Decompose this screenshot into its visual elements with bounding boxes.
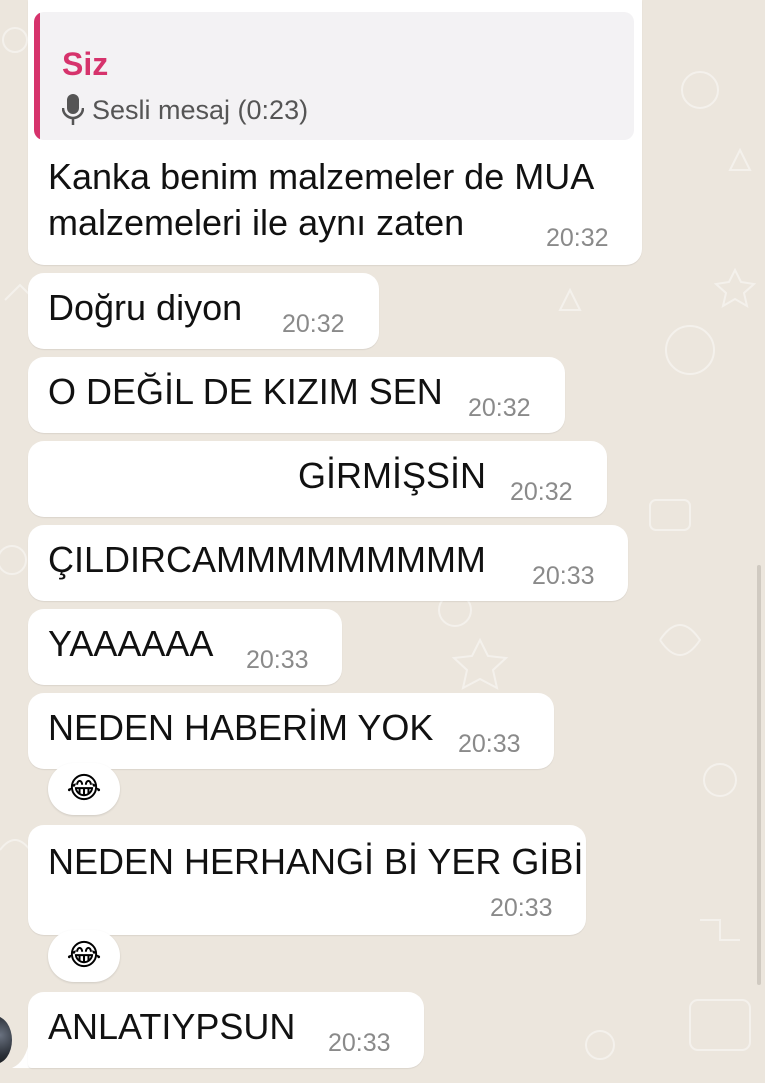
message-time: 20:33 <box>328 1029 391 1057</box>
message-text: malzemeleri ile aynı zaten <box>48 202 465 243</box>
message-text: NEDEN HABERİM YOK <box>48 707 434 748</box>
message-text: GİRMİŞSİN <box>298 455 487 496</box>
reply-accent-bar <box>34 12 40 140</box>
message-text: O DEĞİL DE KIZIM SEN <box>48 371 443 412</box>
message-bubble[interactable]: Siz Sesli mesaj (0:23) Kanka benim malze… <box>28 0 642 265</box>
message-bubble[interactable]: NEDEN HERHANGİ Bİ YER GİBİ 20:33 <box>28 825 586 935</box>
reaction-badge[interactable]: 😂 <box>48 763 120 815</box>
message-bubble[interactable]: YAAAAAA 20:33 <box>28 609 342 685</box>
message-time: 20:33 <box>490 894 553 922</box>
message-text: ANLATIYPSUN <box>48 1006 296 1047</box>
quoted-reply[interactable]: Siz Sesli mesaj (0:23) <box>34 12 634 140</box>
scrollbar[interactable] <box>757 565 761 985</box>
reply-voice-message: Sesli mesaj (0:23) <box>62 92 308 128</box>
message-bubble[interactable]: NEDEN HABERİM YOK 20:33 <box>28 693 554 769</box>
message-bubble[interactable]: O DEĞİL DE KIZIM SEN 20:32 <box>28 357 565 433</box>
message-time: 20:33 <box>246 646 309 674</box>
message-bubble[interactable]: GİRMİŞSİN 20:32 <box>28 441 607 517</box>
message-text: NEDEN HERHANGİ Bİ YER GİBİ <box>48 841 584 882</box>
message-bubble[interactable]: ÇILDIRCAMMMMMMMMM 20:33 <box>28 525 628 601</box>
message-text: ÇILDIRCAMMMMMMMMM <box>48 539 486 580</box>
message-time: 20:33 <box>458 730 521 758</box>
reply-author: Siz <box>62 46 109 82</box>
message-text: Kanka benim malzemeler de MUA <box>48 156 595 197</box>
avatar[interactable] <box>0 1016 12 1064</box>
voice-message-label: Sesli mesaj (0:23) <box>92 95 309 125</box>
reaction-badge[interactable]: 😂 <box>48 930 120 982</box>
message-text: Doğru diyon <box>48 287 243 328</box>
message-bubble[interactable]: Doğru diyon 20:32 <box>28 273 379 349</box>
message-text: YAAAAAA <box>48 623 214 664</box>
message-time: 20:32 <box>546 224 609 252</box>
message-time: 20:32 <box>468 394 531 422</box>
message-time: 20:33 <box>532 562 595 590</box>
message-time: 20:32 <box>510 478 573 506</box>
message-bubble[interactable]: ANLATIYPSUN 20:33 <box>28 992 424 1068</box>
laughing-emoji-icon: 😂 <box>66 939 102 972</box>
microphone-icon <box>62 94 84 125</box>
message-time: 20:32 <box>282 310 345 338</box>
redaction-mark <box>48 459 298 499</box>
laughing-emoji-icon: 😂 <box>66 772 102 805</box>
